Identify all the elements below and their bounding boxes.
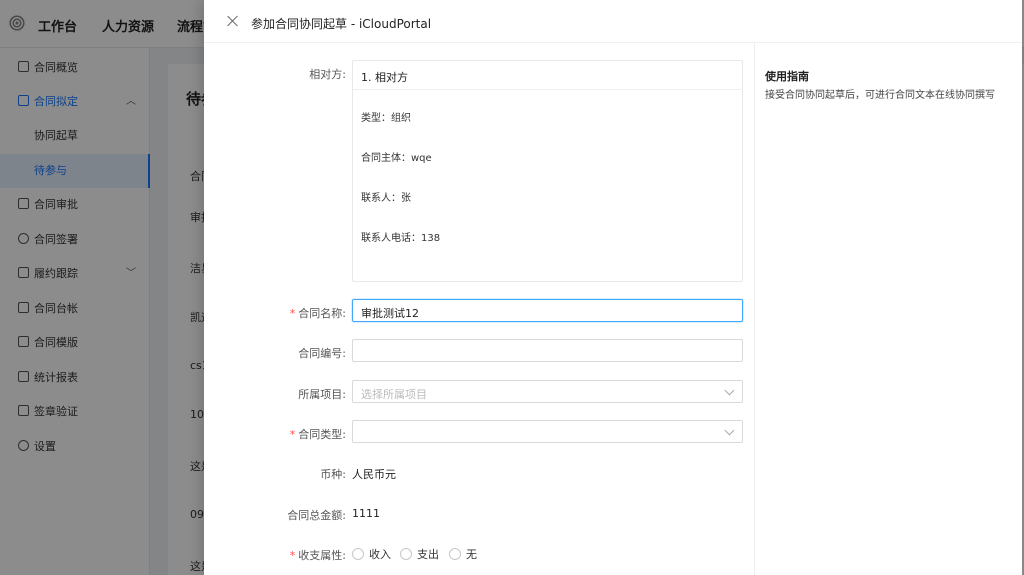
divider: [754, 43, 755, 575]
counterparty-phone: 联系人电话：138: [361, 233, 441, 244]
counterparty-contact: 联系人：张: [361, 193, 411, 204]
counterparty-type: 类型：组织: [361, 113, 411, 124]
contract-number-input[interactable]: [352, 339, 743, 362]
contract-type-select[interactable]: [352, 420, 743, 443]
required-mark: *: [289, 307, 296, 320]
drawer-header: 参加合同协同起草 - iCloudPortal: [204, 0, 1022, 43]
total-amount-label: 合同总金额:: [287, 509, 346, 522]
counterparty-box: 1. 相对方 类型：组织 合同主体：wqe 联系人：张 联系人电话：138: [352, 60, 743, 282]
project-select[interactable]: 选择所属项目: [352, 380, 743, 403]
radio-circle-icon: [400, 548, 412, 560]
project-label: 所属项目:: [298, 388, 346, 401]
drawer-title: 参加合同协同起草 - iCloudPortal: [251, 17, 432, 31]
radio-expense[interactable]: 支出: [400, 546, 439, 562]
radio-circle-icon: [352, 548, 364, 560]
contract-name-input[interactable]: 审批测试12: [352, 299, 743, 322]
required-mark: *: [289, 428, 296, 441]
divider: [353, 89, 741, 90]
contract-name-label: * 合同名称:: [289, 307, 346, 320]
project-placeholder: 选择所属项目: [361, 388, 427, 401]
radio-none[interactable]: 无: [449, 546, 477, 562]
required-mark: *: [289, 549, 296, 562]
chevron-down-icon: [724, 385, 735, 396]
counterparty-header: 1. 相对方: [361, 71, 408, 84]
contract-type-label: * 合同类型:: [289, 428, 346, 441]
drawer: 参加合同协同起草 - iCloudPortal 使用指南 接受合同协同起草后，可…: [204, 0, 1022, 575]
counterparty-label: 相对方:: [309, 68, 346, 81]
contract-number-label: 合同编号:: [298, 347, 346, 360]
guide-title: 使用指南: [765, 70, 809, 83]
payment-attr-label: * 收支属性:: [289, 549, 346, 562]
total-amount-value: 1111: [352, 507, 380, 520]
currency-label: 币种:: [320, 468, 346, 481]
radio-circle-icon: [449, 548, 461, 560]
guide-text: 接受合同协同起草后，可进行合同文本在线协同撰写: [765, 90, 995, 101]
close-icon[interactable]: [226, 14, 240, 28]
currency-value: 人民币元: [352, 468, 396, 481]
counterparty-entity: 合同主体：wqe: [361, 153, 432, 164]
chevron-down-icon: [724, 425, 735, 436]
radio-income[interactable]: 收入: [352, 546, 391, 562]
